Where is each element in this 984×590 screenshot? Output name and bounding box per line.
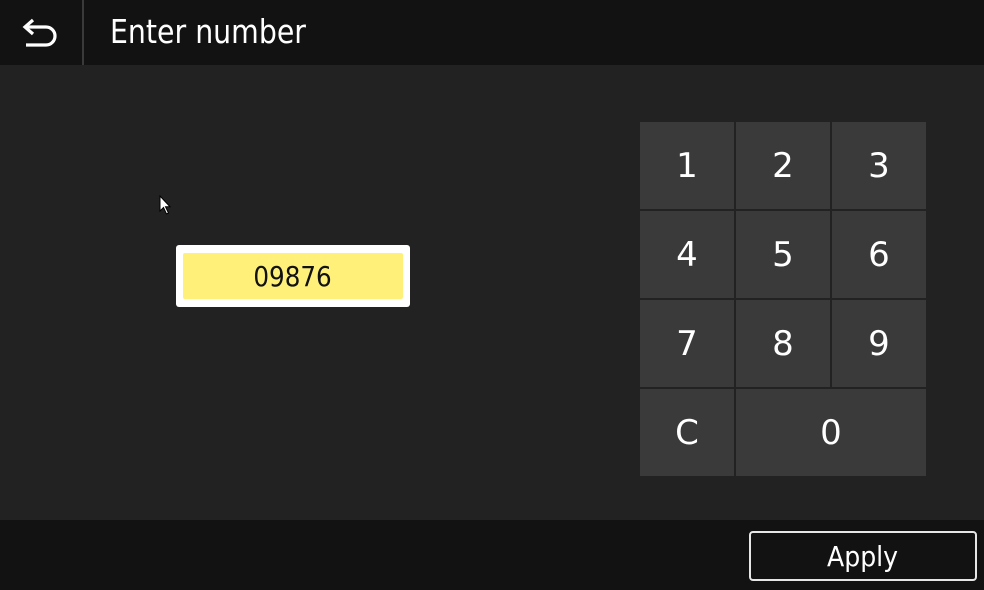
number-entry-screen: Enter number 09876 1 2 3 4 5 6 7 8 9 C 0… — [0, 0, 984, 590]
header-divider — [82, 0, 84, 65]
key-8[interactable]: 8 — [736, 300, 830, 387]
header-bar: Enter number — [0, 0, 984, 65]
back-arrow-icon — [21, 16, 61, 50]
key-9[interactable]: 9 — [832, 300, 926, 387]
apply-button-label: Apply — [827, 539, 899, 573]
back-button[interactable] — [0, 0, 82, 65]
number-input[interactable]: 09876 — [183, 253, 403, 299]
key-3[interactable]: 3 — [832, 122, 926, 209]
key-4[interactable]: 4 — [640, 211, 734, 298]
clear-key[interactable]: C — [640, 389, 734, 476]
mouse-pointer-icon — [159, 194, 173, 221]
key-0[interactable]: 0 — [736, 389, 926, 476]
numeric-keypad: 1 2 3 4 5 6 7 8 9 C 0 — [640, 122, 926, 476]
key-1[interactable]: 1 — [640, 122, 734, 209]
key-2[interactable]: 2 — [736, 122, 830, 209]
apply-button[interactable]: Apply — [749, 531, 977, 581]
page-title: Enter number — [110, 12, 306, 51]
number-display[interactable]: 09876 — [176, 245, 410, 307]
key-6[interactable]: 6 — [832, 211, 926, 298]
key-5[interactable]: 5 — [736, 211, 830, 298]
key-7[interactable]: 7 — [640, 300, 734, 387]
number-value: 09876 — [253, 259, 333, 293]
footer-bar: Apply — [0, 520, 984, 590]
